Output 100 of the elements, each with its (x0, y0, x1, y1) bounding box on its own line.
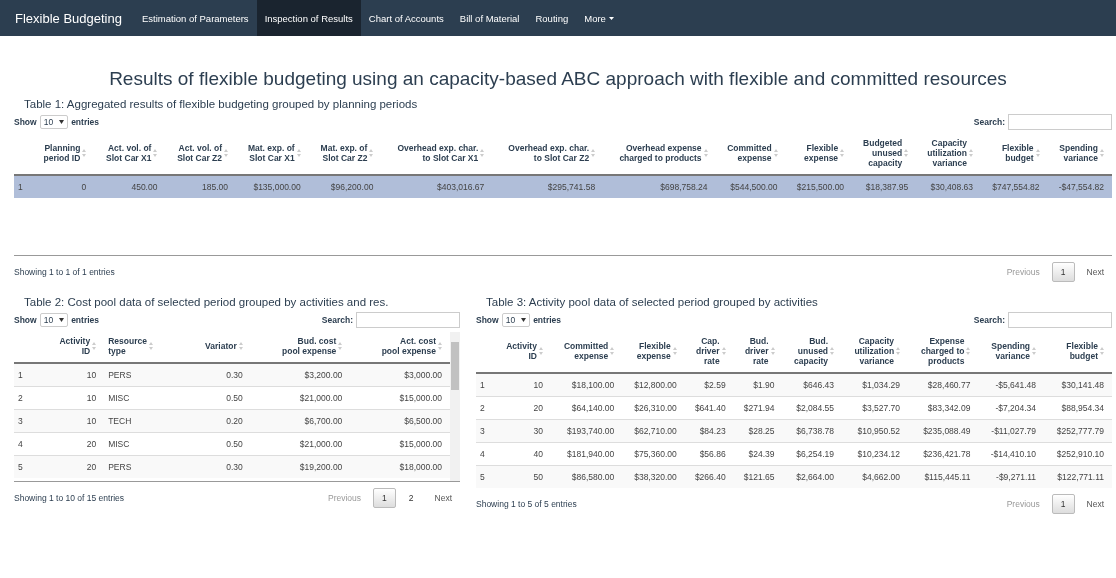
column-header[interactable]: Mat. exp. of Slot Car Z2 (320, 143, 374, 163)
nav-link[interactable]: Bill of Material (451, 0, 528, 36)
entries-label: entries (71, 315, 99, 325)
nav-link[interactable]: Chart of Accounts (360, 0, 452, 36)
sort-icon (896, 347, 901, 355)
column-header[interactable]: Overhead expense charged to products (619, 143, 708, 163)
sort-icon (148, 342, 153, 350)
table-cell: -$9,271.11 (978, 465, 1045, 488)
column-header[interactable]: Activity ID (506, 341, 543, 361)
sort-icon (1032, 347, 1037, 355)
row-index: 1 (476, 373, 496, 397)
column-header[interactable]: Capacity utilization variance (854, 336, 901, 366)
sort-icon (369, 149, 374, 157)
table-cell: 20 (37, 432, 105, 456)
column-header[interactable]: Planning period ID (43, 143, 87, 163)
table-row[interactable]: 2 20 $64,140.00 $26,310.00 $641.40 $271.94 $2,084.55 $3,527.70 $83,342.09 -$7,204.34 $88,954.34 (476, 396, 1112, 420)
column-header[interactable]: Act. vol. of Slot Car X1 (106, 143, 158, 163)
table-row[interactable]: 4 20 MISC 0.50 $21,000.00 $15,000.00 (14, 432, 450, 456)
show-label: Show (14, 315, 37, 325)
sort-icon (966, 347, 971, 355)
nav-link[interactable]: Routing (527, 0, 577, 36)
row-index: 4 (14, 432, 38, 456)
column-header[interactable]: Spending variance (991, 341, 1037, 361)
column-header[interactable]: Overhead exp. char. to Slot Car Z2 (508, 143, 596, 163)
page-length-select[interactable]: 10 (501, 313, 531, 327)
next-link[interactable]: Next (426, 489, 460, 507)
table-row[interactable]: 5 20 PERS 0.30 $19,200.00 $18,000.00 (14, 455, 450, 478)
column-header[interactable]: Bud. unused capacity (794, 336, 835, 366)
table-row[interactable]: 1 10 PERS 0.30 $3,200.00 $3,000.00 (14, 363, 450, 387)
column-header[interactable]: Act. cost pool expense (381, 336, 442, 356)
table-row[interactable]: 2 10 MISC 0.50 $21,000.00 $15,000.00 (14, 386, 450, 410)
sort-icon (969, 149, 973, 157)
table-cell: $38,320.00 (622, 465, 685, 488)
search-label: Search: (321, 315, 353, 325)
column-header[interactable]: Committed expense (563, 341, 615, 361)
column-header[interactable]: Flexible expense (636, 341, 677, 361)
column-header[interactable]: Cap. driver rate (696, 336, 726, 366)
nav-link[interactable]: Estimation of Parameters (133, 0, 257, 36)
table-row[interactable]: 3 30 $193,740.00 $62,710.00 $84.23 $28.25 $6,738.78 $10,950.52 $235,088.49 -$11,027.79 $252,777.79 (476, 419, 1112, 443)
table-cell: $215,500.00 (785, 175, 853, 198)
table-cell: $26,310.00 (622, 396, 685, 420)
table-cell: $544,500.00 (715, 175, 786, 198)
table-cell: $6,254.19 (782, 442, 843, 466)
page-button[interactable]: 1 (373, 488, 396, 508)
table-row[interactable]: 5 50 $86,580.00 $38,320.00 $266.40 $121.65 $2,664.00 $4,662.00 $115,445.11 -$9,271.11 $122,771.11 (476, 465, 1112, 488)
nav-link[interactable]: Inspection of Results (256, 0, 361, 36)
column-header[interactable]: Flexible budget (1066, 341, 1104, 361)
page-button[interactable]: 1 (1051, 494, 1075, 514)
page-button[interactable]: 2 (399, 488, 423, 508)
table-cell: $10,234.12 (842, 442, 909, 466)
table-cell: PERS (104, 363, 183, 387)
column-header[interactable]: Activity ID (59, 336, 97, 356)
table-row[interactable]: 3 10 TECH 0.20 $6,700.00 $6,500.00 (14, 409, 450, 433)
column-header[interactable]: Flexible expense (804, 143, 845, 163)
table-cell: $28,460.77 (908, 373, 979, 397)
column-header[interactable]: Resource type (108, 336, 153, 356)
table-cell: $3,527.70 (842, 396, 909, 420)
search-field[interactable] (356, 312, 460, 328)
next-link[interactable]: Next (1078, 495, 1112, 513)
column-header[interactable]: Bud. driver rate (744, 336, 775, 366)
column-header[interactable]: Mat. exp. of Slot Car X1 (247, 143, 301, 163)
table-cell: 40 (495, 442, 551, 466)
table-caption: Table 3: Activity pool data of selected period grouped by activities (486, 296, 819, 308)
table-row[interactable]: 1 10 $18,100.00 $12,800.00 $2.59 $1.90 $646.43 $1,034.29 $28,460.77 -$5,641.48 $30,141.48 (476, 373, 1112, 397)
table-row[interactable]: 4 40 $181,940.00 $75,360.00 $56.86 $24.39 $6,254.19 $10,234.12 $236,421.78 -$14,410.10 $252,910.10 (476, 442, 1112, 466)
scrollbar[interactable] (450, 332, 460, 481)
table-cell: $295,741.58 (492, 175, 604, 198)
table-cell: $15,000.00 (350, 386, 450, 410)
table-caption: Table 2: Cost pool data of selected period grouped by activities and res. (24, 296, 390, 308)
search-field[interactable] (1008, 114, 1112, 130)
page-length-select[interactable]: 10 (39, 115, 69, 129)
column-header[interactable]: Spending variance (1059, 143, 1104, 163)
next-link[interactable]: Next (1078, 263, 1112, 281)
sort-icon (904, 149, 909, 157)
table-cell: 30 (495, 419, 551, 443)
column-header[interactable]: Act. vol. of Slot Car Z2 (177, 143, 228, 163)
column-header[interactable]: Capacity utilization variance (927, 138, 973, 168)
table-cell: 450.00 (94, 175, 166, 198)
column-header[interactable]: Committed expense (727, 143, 778, 163)
column-header[interactable]: Flexible budget (1001, 143, 1040, 163)
table-cell: $83,342.09 (908, 396, 979, 420)
caret-icon (608, 16, 614, 20)
column-header[interactable]: Bud. cost pool expense (282, 336, 343, 356)
sort-icon (480, 149, 485, 157)
brand[interactable]: Flexible Budgeting (7, 0, 130, 36)
column-header[interactable]: Overhead exp. char. to Slot Car X1 (397, 143, 485, 163)
column-header[interactable]: Budgeted unused capacity (863, 138, 909, 168)
table-cell: 20 (37, 455, 105, 478)
table-cell: $3,200.00 (250, 363, 351, 387)
nav-dropdown[interactable]: More (576, 0, 622, 36)
page-button[interactable]: 1 (1051, 262, 1075, 282)
search-field[interactable] (1008, 312, 1112, 328)
sort-icon (538, 347, 543, 355)
sort-icon (830, 347, 835, 355)
page-length-select[interactable]: 10 (39, 313, 69, 327)
show-label: Show (14, 117, 37, 127)
table-cell: $56.86 (684, 442, 734, 466)
column-header[interactable]: Variator (205, 341, 243, 351)
table-cell: $62,710.00 (622, 419, 685, 443)
column-header[interactable]: Expense charged to products (920, 336, 971, 366)
